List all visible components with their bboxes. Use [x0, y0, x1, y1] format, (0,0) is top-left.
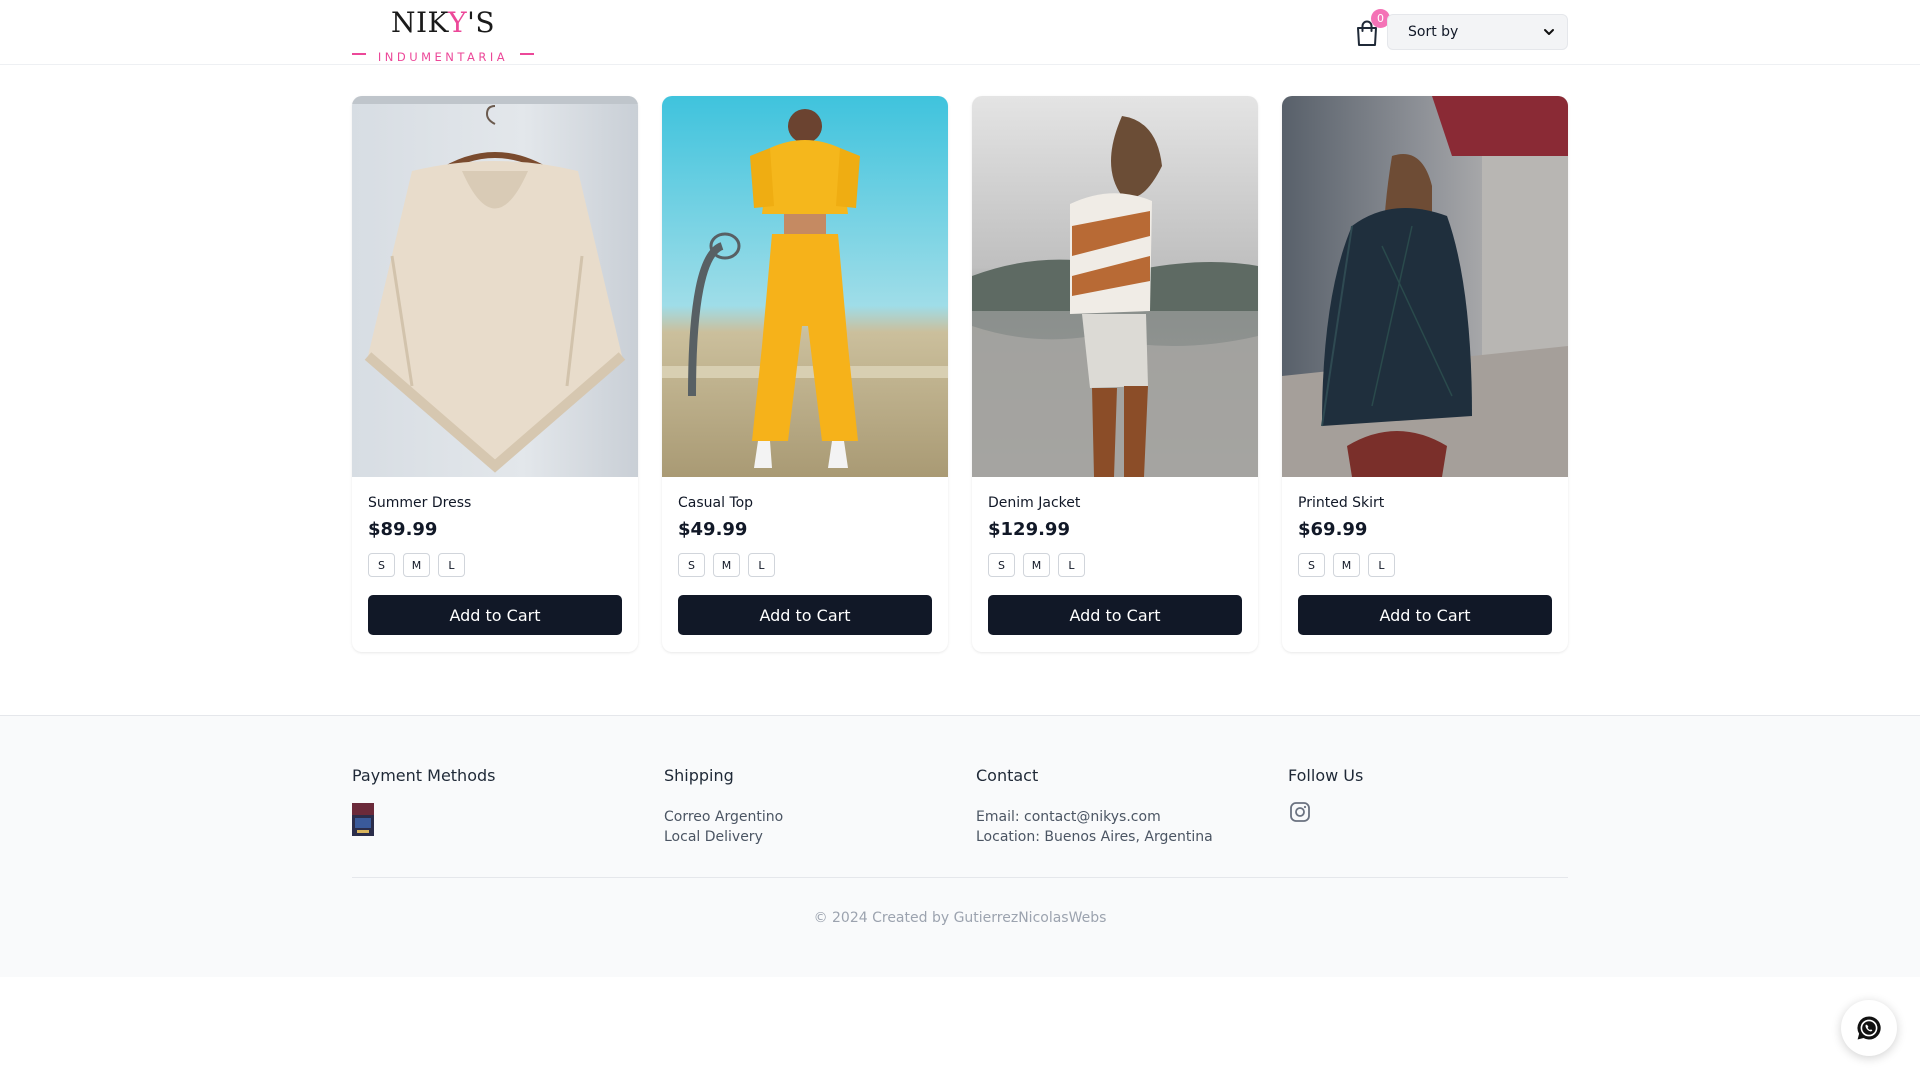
sort-label: Sort by — [1408, 24, 1459, 40]
size-option-m[interactable]: M — [713, 553, 740, 577]
footer-shipping: Shipping Correo Argentino Local Delivery — [664, 766, 964, 847]
add-to-cart-button[interactable]: Add to Cart — [368, 595, 622, 635]
size-option-s[interactable]: S — [988, 553, 1015, 577]
contact-location: Location: Buenos Aires, Argentina — [976, 829, 1213, 845]
whatsapp-icon — [1857, 1016, 1881, 1040]
size-option-s[interactable]: S — [1298, 553, 1325, 577]
brand-name: NIKY'S — [390, 6, 496, 39]
product-image[interactable] — [662, 96, 948, 477]
contact-title: Contact — [976, 766, 1039, 785]
product-name: Printed Skirt — [1298, 495, 1385, 511]
size-option-l[interactable]: L — [748, 553, 775, 577]
size-options: S M L — [368, 553, 465, 577]
product-card: Denim Jacket $129.99 S M L Add to Cart — [972, 96, 1258, 652]
product-name: Casual Top — [678, 495, 754, 511]
product-name: Summer Dress — [368, 495, 472, 511]
product-image[interactable] — [972, 96, 1258, 477]
shipping-title: Shipping — [664, 766, 734, 785]
copyright-text: © 2024 Created by GutierrezNicolasWebs — [813, 910, 1107, 926]
footer-follow-us: Follow Us — [1288, 766, 1588, 823]
size-option-l[interactable]: L — [1368, 553, 1395, 577]
product-image[interactable] — [352, 96, 638, 477]
contact-email[interactable]: Email: contact@nikys.com — [976, 807, 1276, 827]
site-footer: Payment Methods Shipping Correo Argentin… — [0, 715, 1920, 977]
product-card: Casual Top $49.99 S M L Add to Cart — [662, 96, 948, 652]
add-to-cart-button[interactable]: Add to Cart — [1298, 595, 1552, 635]
site-header: NIKY'S INDUMENTARIA 0 Sort by — [0, 0, 1920, 65]
product-price: $129.99 — [988, 519, 1070, 540]
product-card: Summer Dress $89.99 S M L Add to Cart — [352, 96, 638, 652]
add-to-cart-button[interactable]: Add to Cart — [988, 595, 1242, 635]
footer-payment-methods: Payment Methods — [352, 766, 652, 836]
size-option-l[interactable]: L — [1058, 553, 1085, 577]
product-price: $69.99 — [1298, 519, 1368, 540]
size-options: S M L — [988, 553, 1085, 577]
product-price: $89.99 — [368, 519, 438, 540]
chevron-down-icon — [1544, 29, 1554, 35]
shipping-option: Correo Argentino — [664, 809, 784, 825]
size-options: S M L — [1298, 553, 1395, 577]
payment-method-logo — [352, 803, 374, 836]
size-option-s[interactable]: S — [678, 553, 705, 577]
product-card: Printed Skirt $69.99 S M L Add to Cart — [1282, 96, 1568, 652]
brand-logo[interactable]: NIKY'S INDUMENTARIA — [352, 6, 534, 64]
product-price: $49.99 — [678, 519, 748, 540]
footer-contact: Contact Email: contact@nikys.com Locatio… — [976, 766, 1276, 847]
instagram-icon[interactable] — [1289, 801, 1311, 823]
product-image[interactable] — [1282, 96, 1568, 477]
size-option-m[interactable]: M — [403, 553, 430, 577]
shipping-option: Local Delivery — [664, 829, 763, 845]
whatsapp-button[interactable] — [1841, 1000, 1897, 1056]
sort-select[interactable]: Sort by — [1387, 14, 1568, 50]
payment-methods-title: Payment Methods — [352, 766, 496, 785]
product-name: Denim Jacket — [988, 495, 1081, 511]
size-option-l[interactable]: L — [438, 553, 465, 577]
follow-us-title: Follow Us — [1288, 766, 1364, 785]
size-option-s[interactable]: S — [368, 553, 395, 577]
size-option-m[interactable]: M — [1023, 553, 1050, 577]
brand-subtitle: INDUMENTARIA — [352, 46, 534, 64]
product-grid: Summer Dress $89.99 S M L Add to Cart Ca… — [352, 96, 1568, 652]
add-to-cart-button[interactable]: Add to Cart — [678, 595, 932, 635]
size-option-m[interactable]: M — [1333, 553, 1360, 577]
footer-divider — [352, 877, 1568, 878]
size-options: S M L — [678, 553, 775, 577]
